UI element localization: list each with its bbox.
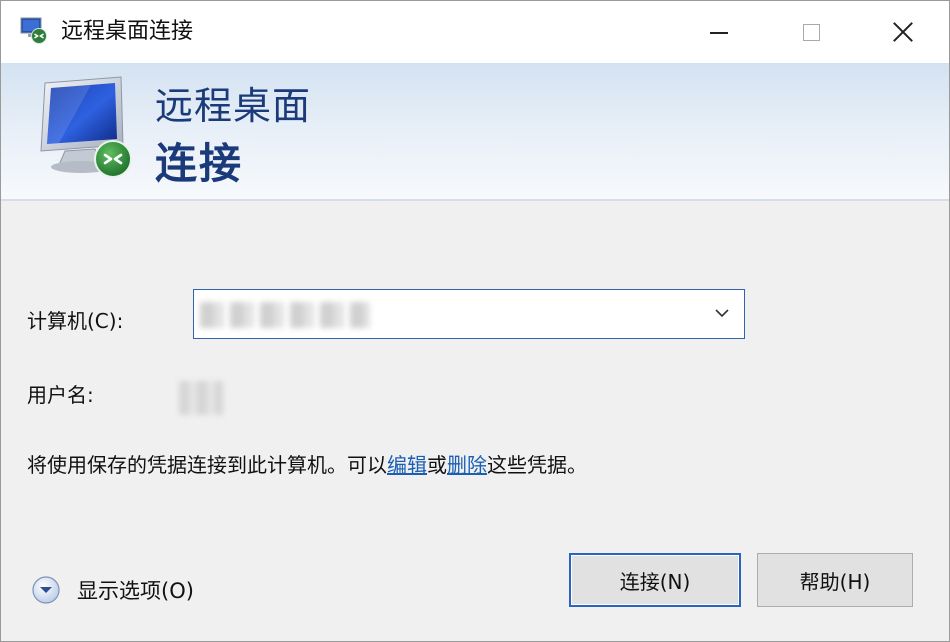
minimize-icon xyxy=(710,32,728,34)
maximize-button[interactable] xyxy=(765,1,857,63)
expand-chevron-icon[interactable] xyxy=(31,575,61,605)
remote-desktop-app-icon xyxy=(20,17,47,44)
username-value-redacted xyxy=(179,381,223,415)
close-icon xyxy=(892,21,914,43)
delete-credentials-link[interactable]: 删除 xyxy=(447,453,487,477)
show-options-toggle[interactable]: 显示选项(O) xyxy=(31,573,194,607)
remote-desktop-monitor-icon xyxy=(40,76,132,178)
show-options-label[interactable]: 显示选项(O) xyxy=(77,575,194,605)
info-middle: 或 xyxy=(427,453,447,477)
connect-button[interactable]: 连接(N) xyxy=(569,553,741,607)
minimize-button[interactable] xyxy=(673,1,765,63)
info-suffix: 这些凭据。 xyxy=(487,453,587,477)
rdp-window: 远程桌面连接 远程桌面 连接 计算机(C): 用户名: 将使用保存的凭据连接到此… xyxy=(0,0,950,642)
chevron-down-icon[interactable] xyxy=(714,305,730,321)
maximize-icon xyxy=(802,23,820,41)
window-title: 远程桌面连接 xyxy=(61,19,194,44)
edit-credentials-link[interactable]: 编辑 xyxy=(387,453,427,477)
banner-title-line2: 连接 xyxy=(155,139,244,188)
credentials-info: 将使用保存的凭据连接到此计算机。可以编辑或删除这些凭据。 xyxy=(27,451,587,479)
username-label: 用户名: xyxy=(27,383,94,407)
header-banner: 远程桌面 连接 xyxy=(1,63,949,201)
computer-label: 计算机(C): xyxy=(27,309,124,333)
title-bar[interactable]: 远程桌面连接 xyxy=(1,1,949,63)
close-button[interactable] xyxy=(857,1,949,63)
help-button[interactable]: 帮助(H) xyxy=(757,553,913,607)
computer-value-redacted xyxy=(200,302,370,328)
computer-combobox[interactable] xyxy=(193,289,745,339)
info-prefix: 将使用保存的凭据连接到此计算机。可以 xyxy=(27,453,387,477)
banner-title-line1: 远程桌面 xyxy=(155,84,312,128)
